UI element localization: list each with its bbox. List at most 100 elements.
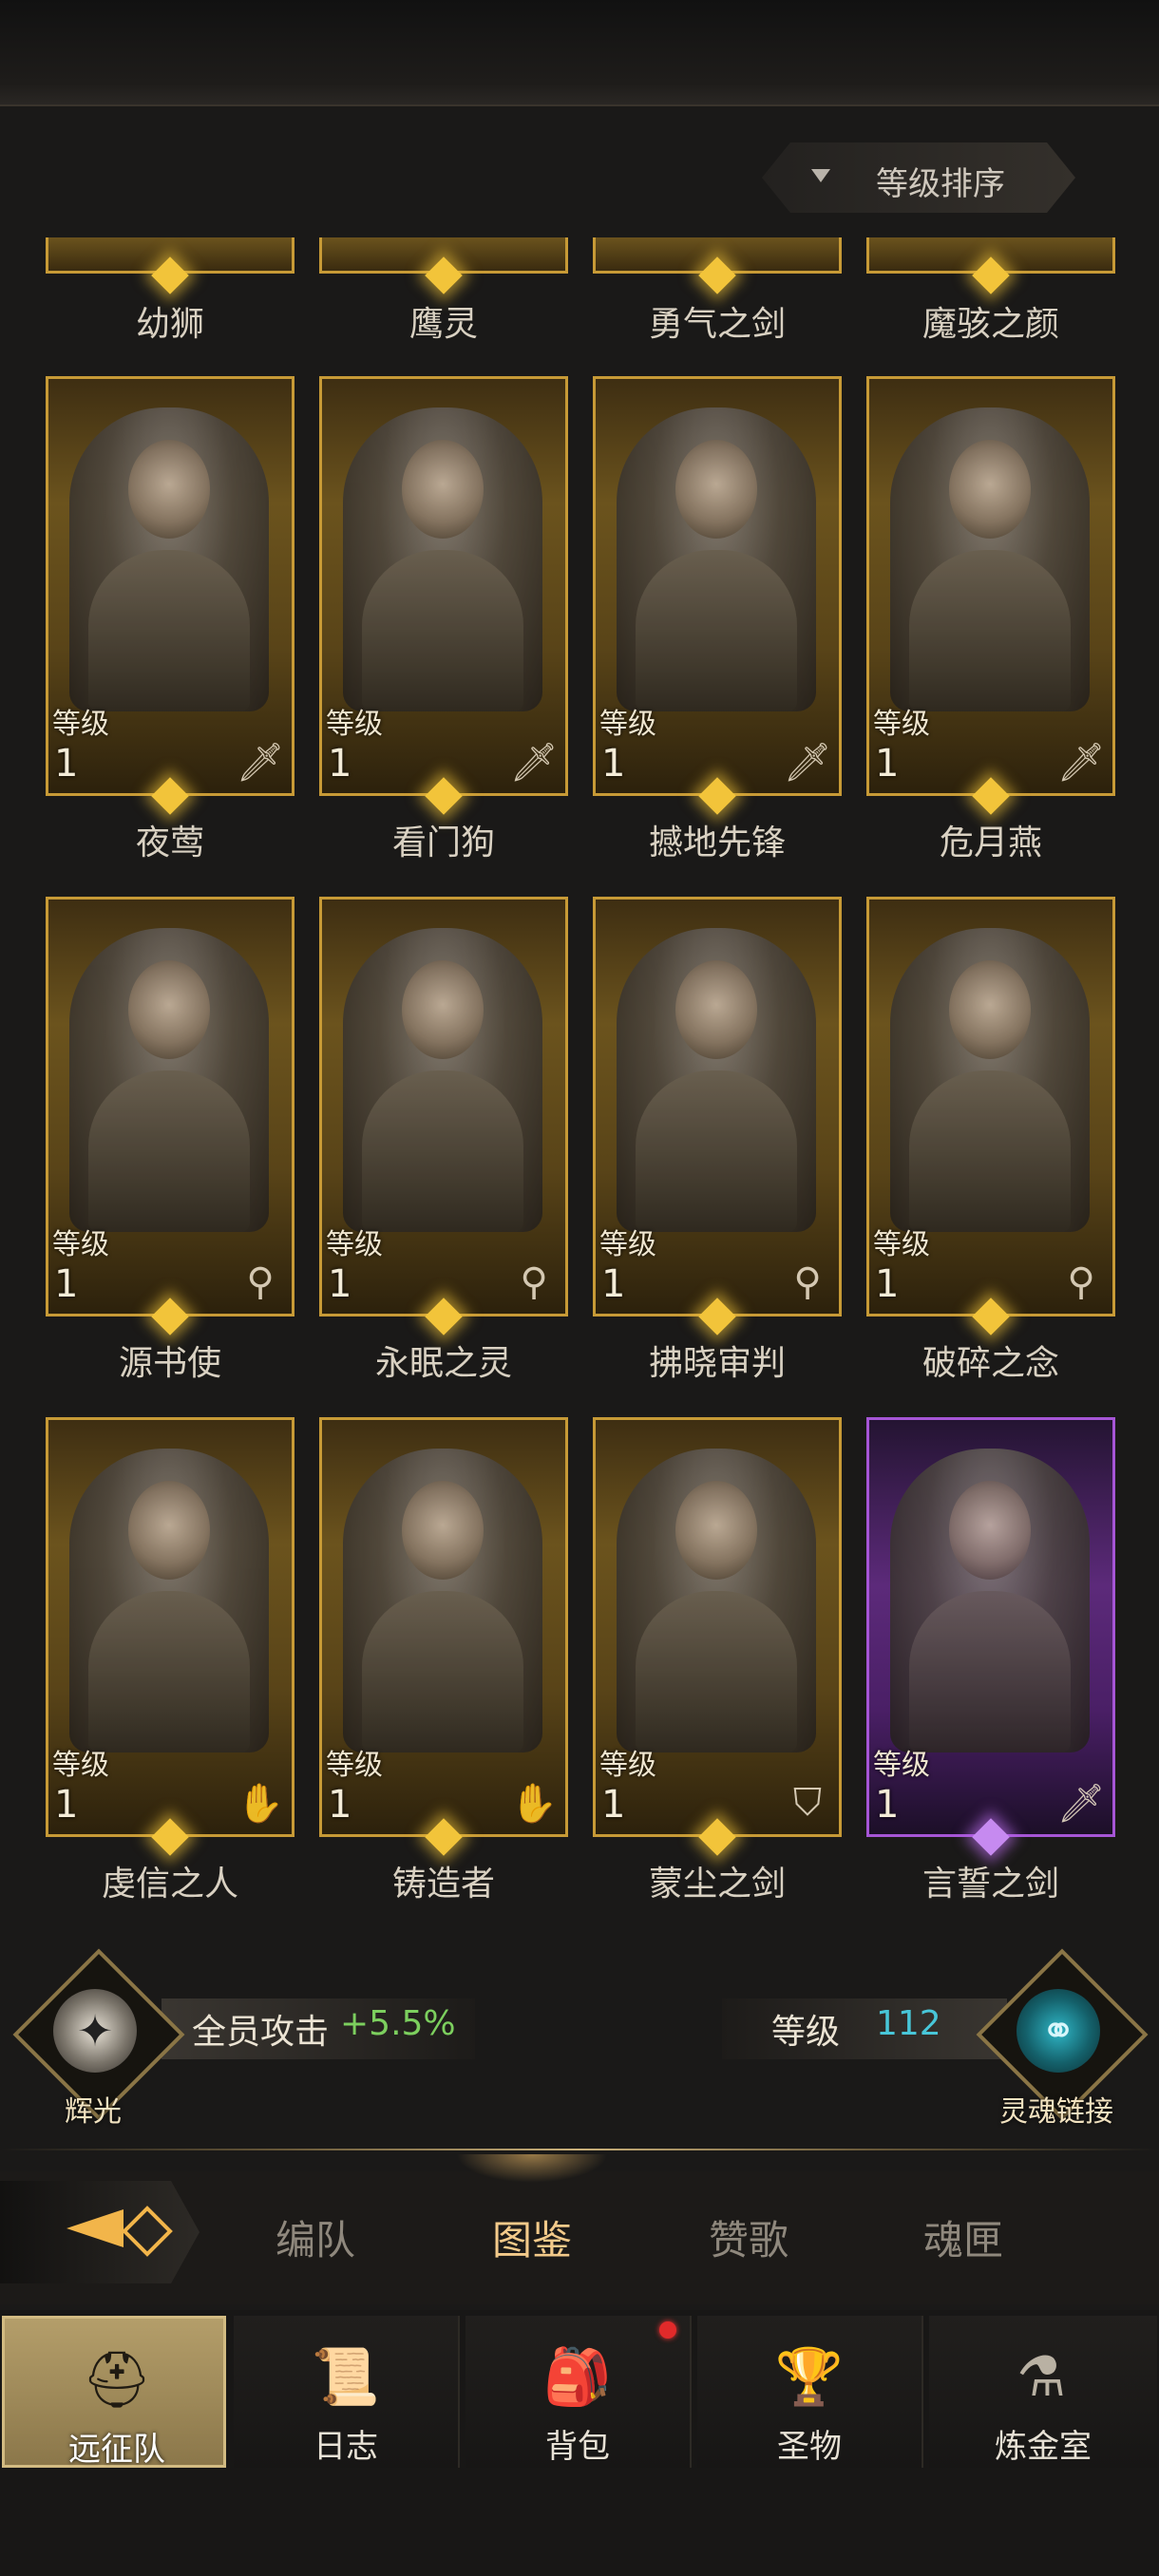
scroll-icon: 📜 [311,2343,381,2409]
hero-card[interactable]: 等级 1 ✋ [46,1417,294,1837]
hero-portrait [69,1449,269,1752]
back-arrow-icon [66,2209,124,2247]
hero-card[interactable]: 等级 1 ⚲ [866,897,1115,1316]
staff-icon: ⚲ [520,1260,548,1304]
level-label: 等级 [52,1749,109,1782]
sort-by-level-button[interactable]: 等级排序 [762,142,1075,213]
soul-link-label: 灵魂链接 [999,2095,1113,2129]
tab-codex[interactable]: 图鉴 [456,2208,608,2266]
hero-portrait [890,928,1090,1232]
hero-portrait [890,407,1090,711]
alchemy-icon: ⚗ [1016,2344,1066,2409]
hero-name: 虔信之人 [101,1865,238,1904]
nav-journal[interactable]: 📜 日志 [234,2316,460,2468]
staff-icon: ⚲ [793,1260,822,1304]
nav-label: 炼金室 [995,2428,1092,2466]
hero-name: 拂晓审判 [648,1344,786,1383]
staff-icon: ⚲ [1067,1260,1095,1304]
radiance-icon: ✦ [53,1989,137,2073]
shield-icon: ⛉ [793,1781,822,1825]
nav-alchemy[interactable]: ⚗ 炼金室 [929,2316,1157,2468]
hero-portrait [343,928,542,1232]
hero-card[interactable]: 等级 1 🗡 [866,376,1115,796]
active-tab-glow [456,2154,608,2183]
hero-name: 言誓之剑 [922,1865,1059,1904]
level-value: 1 [328,1262,352,1306]
sword-icon: 🗡 [783,740,832,785]
hero-codex-grid[interactable]: 幼狮 鹰灵 勇气之剑 魔骇之颜 等级 1 🗡 等级 1 🗡 等级 1 🗡 等级 … [0,237,1159,1919]
nav-label: 远征队 [68,2431,165,2469]
level-value: 1 [601,742,626,786]
sword-icon: 🗡 [1056,740,1106,785]
level-label: 等级 [52,1228,109,1261]
hero-card[interactable]: 等级 1 🗡 [866,1417,1115,1837]
nav-label: 日志 [314,2428,378,2466]
level-value: 1 [875,742,900,786]
nav-expedition[interactable]: ⛑ 远征队 [2,2316,226,2469]
hero-name: 幼狮 [135,305,204,344]
dropdown-triangle-icon [811,169,830,182]
hero-name: 源书使 [118,1344,221,1383]
soul-link-icon: ⚭ [1016,1989,1100,2073]
hand-icon: ✋ [237,1781,284,1826]
hero-portrait [69,407,269,711]
hero-portrait [617,407,816,711]
level-label: 等级 [326,1228,383,1261]
hero-name: 永眠之灵 [374,1344,512,1383]
level-label: 等级 [873,1228,930,1261]
hero-card[interactable]: 等级 1 🗡 [46,376,294,796]
hero-name: 危月燕 [939,824,1042,862]
hero-card[interactable]: 等级 1 🗡 [593,376,842,796]
level-value: 1 [601,1262,626,1306]
level-value: 1 [54,742,79,786]
tab-formation[interactable]: 编队 [239,2208,391,2266]
hero-name: 撼地先锋 [648,824,786,862]
soul-link-level-label: 等级 [771,2013,841,2052]
hero-name: 夜莺 [135,824,204,862]
staff-icon: ⚲ [246,1260,275,1304]
attack-bonus-label: 全员攻击 [192,2013,330,2052]
level-label: 等级 [873,708,930,741]
top-banner [0,0,1159,106]
backpack-icon: 🎒 [542,2343,613,2409]
soul-link-level-strip [722,1998,1007,2059]
hero-card[interactable]: 等级 1 ✋ [319,1417,568,1837]
level-label: 等级 [326,1749,383,1782]
hero-name: 魔骇之颜 [922,305,1059,344]
hero-portrait [343,407,542,711]
hero-portrait [617,928,816,1232]
level-value: 1 [601,1783,626,1827]
nav-backpack[interactable]: 🎒 背包 [466,2316,692,2468]
nav-relics[interactable]: 🏆 圣物 [697,2316,923,2468]
hero-card[interactable]: 等级 1 ⚲ [319,897,568,1316]
tab-divider [0,2149,1159,2150]
hero-name: 蒙尘之剑 [648,1865,786,1904]
hero-card[interactable]: 等级 1 ⚲ [593,897,842,1316]
hero-card[interactable]: 等级 1 🗡 [319,376,568,796]
level-value: 1 [875,1262,900,1306]
level-value: 1 [54,1262,79,1306]
chalice-icon: 🏆 [774,2343,845,2409]
radiance-label: 辉光 [65,2095,122,2129]
hero-portrait [617,1449,816,1752]
sword-icon: 🗡 [236,740,285,785]
helmet-icon: ⛑ [82,2346,152,2412]
tab-hymn[interactable]: 赞歌 [673,2208,825,2266]
hand-icon: ✋ [510,1781,558,1826]
level-value: 1 [328,1783,352,1827]
hero-name: 鹰灵 [408,305,478,344]
hero-name: 铸造者 [391,1865,495,1904]
hero-card[interactable]: 等级 1 ⚲ [46,897,294,1316]
level-label: 等级 [599,708,656,741]
level-label: 等级 [873,1749,930,1782]
sword-icon: 🗡 [509,740,559,785]
hero-portrait [890,1449,1090,1752]
hero-card[interactable]: 等级 1 ⛉ [593,1417,842,1837]
nav-label: 背包 [545,2428,610,2466]
hero-name: 破碎之念 [922,1344,1059,1383]
hero-name: 勇气之剑 [648,305,786,344]
tab-soul-casket[interactable]: 魂匣 [887,2208,1039,2266]
hero-name: 看门狗 [391,824,495,862]
nav-label: 圣物 [777,2428,842,2466]
notification-badge [659,2321,676,2339]
